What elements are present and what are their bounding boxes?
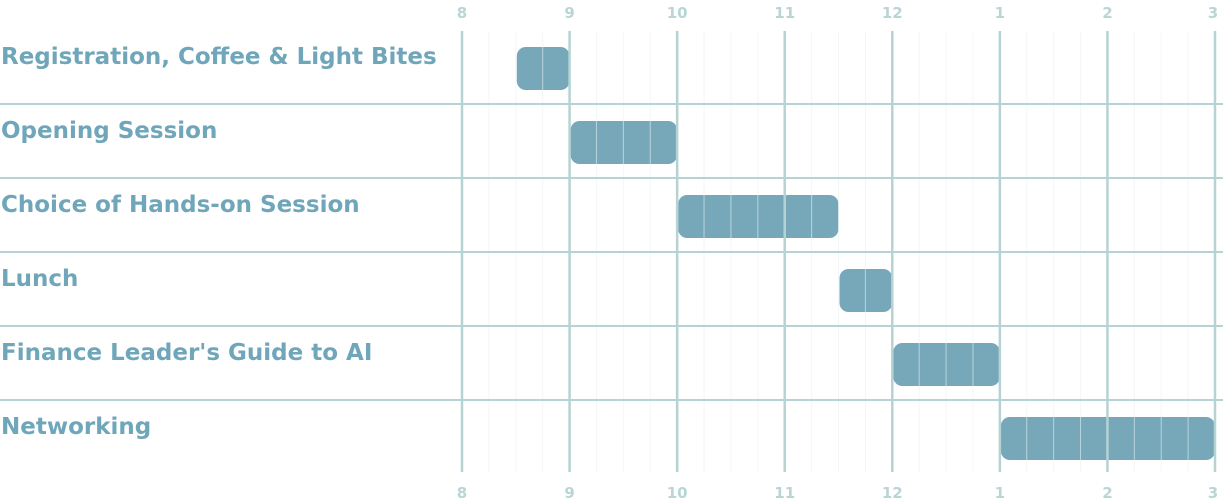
x-tick-label-top: 12 [882,4,903,22]
x-tick-label-bottom: 2 [1102,484,1112,502]
x-tick-label-top: 8 [457,4,467,22]
x-tick-label-bottom: 1 [995,484,1005,502]
x-tick-label-top: 3 [1208,4,1218,22]
x-tick-label-top: 11 [774,4,795,22]
task-label: Networking [1,414,151,440]
x-tick-label-bottom: 8 [457,484,467,502]
task-label: Opening Session [1,118,217,144]
x-tick-label-bottom: 9 [564,484,574,502]
x-tick-label-top: 1 [995,4,1005,22]
x-tick-label-bottom: 11 [774,484,795,502]
gantt-chart: Registration, Coffee & Light Bites Openin… [0,4,1223,502]
grid-layer [0,31,1223,472]
x-tick-label-bottom: 10 [667,484,688,502]
x-tick-label-top: 10 [667,4,688,22]
task-label: Finance Leader's Guide to AI [1,340,372,366]
task-label: Registration, Coffee & Light Bites [1,44,437,70]
task-label: Lunch [1,266,78,292]
task-label: Choice of Hands-on Session [1,192,360,218]
x-tick-label-bottom: 12 [882,484,903,502]
x-tick-label-top: 2 [1102,4,1112,22]
x-tick-label-bottom: 3 [1208,484,1218,502]
x-tick-label-top: 9 [564,4,574,22]
